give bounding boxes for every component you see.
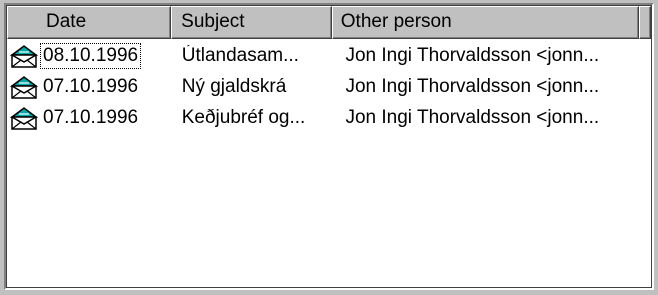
envelope-icon (9, 44, 39, 68)
column-header-subject[interactable]: Subject (171, 6, 332, 39)
envelope-icon (9, 75, 39, 99)
message-date-cell: 07.10.1996 (7, 74, 174, 100)
message-subject: Útlandasam... (181, 44, 299, 66)
message-other-person: Jon Ingi Thorvaldsson <jonn... (345, 75, 600, 97)
message-other-person: Jon Ingi Thorvaldsson <jonn... (345, 106, 600, 128)
message-list-view[interactable]: Date Subject Other person 08.10.1996 Útl… (4, 3, 654, 290)
message-date: 07.10.1996 (43, 75, 139, 97)
message-other-person: Jon Ingi Thorvaldsson <jonn... (345, 44, 600, 66)
message-date-cell: 07.10.1996 (7, 105, 174, 131)
message-date: 08.10.1996 (40, 42, 142, 69)
column-header-row: Date Subject Other person (7, 6, 651, 39)
message-row[interactable]: 07.10.1996 Keðjubréf og... Jon Ingi Thor… (7, 102, 651, 133)
message-subject: Keðjubréf og... (181, 106, 306, 128)
column-header-date[interactable]: Date (7, 6, 172, 39)
message-date: 07.10.1996 (43, 106, 139, 128)
envelope-icon (9, 106, 39, 130)
column-header-filler (639, 6, 651, 39)
message-subject: Ný gjaldskrá (181, 75, 287, 97)
message-row[interactable]: 07.10.1996 Ný gjaldskrá Jon Ingi Thorval… (7, 71, 651, 102)
message-row[interactable]: 08.10.1996 Útlandasam... Jon Ingi Thorva… (7, 40, 651, 71)
message-date-cell: 08.10.1996 (7, 42, 174, 69)
column-header-other-person[interactable]: Other person (331, 6, 639, 39)
message-rows: 08.10.1996 Útlandasam... Jon Ingi Thorva… (7, 40, 651, 133)
